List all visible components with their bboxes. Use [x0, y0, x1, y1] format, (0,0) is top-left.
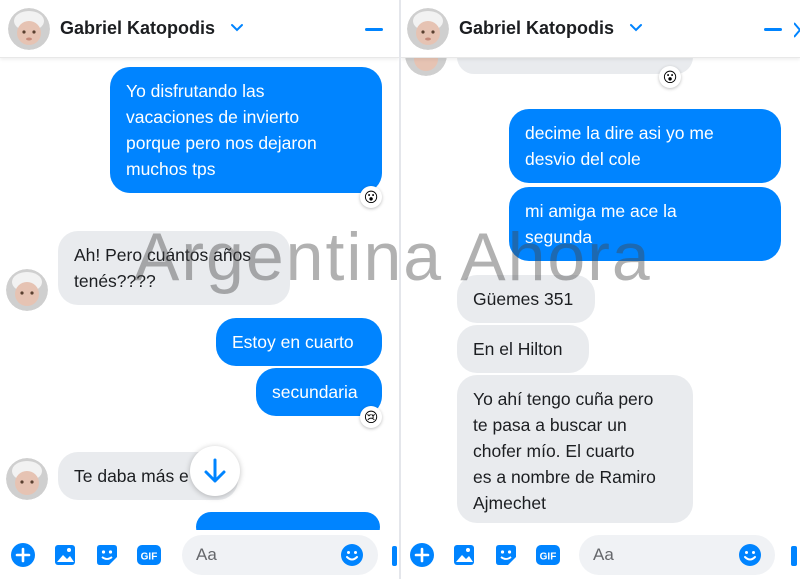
like-icon-partial[interactable]: [392, 546, 397, 566]
right-chat-panel: Gabriel Katopodis 😮 decime la dire asi y…: [401, 0, 800, 579]
contact-avatar[interactable]: [8, 8, 50, 50]
chevron-down-icon[interactable]: [629, 20, 643, 34]
gif-icon[interactable]: GIF: [136, 542, 162, 568]
message-line: Ah! Pero cuántos años: [74, 245, 252, 265]
chat-header: Gabriel Katopodis: [0, 0, 399, 58]
svg-text:GIF: GIF: [141, 552, 158, 563]
message-line: vacaciones de invierto: [126, 107, 300, 127]
message-line: Ajmechet: [473, 493, 546, 513]
add-icon[interactable]: [409, 542, 435, 568]
like-icon-partial[interactable]: [791, 546, 797, 566]
contact-avatar[interactable]: [407, 8, 449, 50]
message-line: tenés????: [74, 271, 156, 291]
incoming-message: En el Hilton: [457, 325, 589, 373]
message-composer: GIF: [0, 530, 399, 579]
contact-name[interactable]: Gabriel Katopodis: [459, 18, 614, 39]
left-chat-panel: Gabriel Katopodis Yo disfrutando las vac…: [0, 0, 399, 579]
outgoing-message: mi amiga me ace la segunda: [509, 187, 781, 261]
message-line: Estoy en cuarto: [232, 332, 354, 352]
incoming-message: Güemes 351: [457, 275, 595, 323]
add-icon[interactable]: [10, 542, 36, 568]
emoji-icon[interactable]: [340, 543, 364, 567]
photo-icon[interactable]: [451, 542, 477, 568]
chevron-down-icon[interactable]: [230, 20, 244, 34]
outgoing-message: Yo disfrutando las vacaciones de inviert…: [110, 67, 382, 193]
message-composer: GIF: [401, 530, 800, 579]
sticker-icon[interactable]: [493, 542, 519, 568]
close-icon[interactable]: [793, 20, 800, 40]
outgoing-message: Estoy en cuarto: [216, 318, 382, 366]
message-line: muchos tps: [126, 159, 216, 179]
message-line: Güemes 351: [473, 289, 574, 309]
wow-reaction-icon[interactable]: 😮: [659, 66, 681, 88]
wow-reaction-icon[interactable]: 😮: [360, 186, 382, 208]
gif-icon[interactable]: GIF: [535, 542, 561, 568]
message-line: secundaria: [272, 382, 358, 402]
contact-avatar-small: [6, 269, 48, 311]
minimize-icon[interactable]: [365, 28, 383, 31]
svg-text:GIF: GIF: [540, 552, 557, 563]
message-line: desvio del cole: [525, 149, 641, 169]
message-line: En el Hilton: [473, 339, 563, 359]
incoming-message: Ah! Pero cuántos años tenés????: [58, 231, 290, 305]
contact-name[interactable]: Gabriel Katopodis: [60, 18, 215, 39]
message-line: porque pero nos dejaron: [126, 133, 317, 153]
arrow-down-icon: [204, 458, 226, 483]
contact-avatar-small: [6, 458, 48, 500]
emoji-icon[interactable]: [738, 543, 762, 567]
message-line: es a nombre de Ramiro: [473, 467, 656, 487]
message-line: Yo disfrutando las: [126, 81, 265, 101]
message-line: segunda: [525, 227, 593, 247]
sticker-icon[interactable]: [94, 542, 120, 568]
message-line: decime la dire asi yo me: [525, 123, 714, 143]
chat-header: Gabriel Katopodis: [401, 0, 800, 58]
photo-icon[interactable]: [52, 542, 78, 568]
incoming-message: Yo ahí tengo cuña pero te pasa a buscar …: [457, 375, 693, 523]
message-line: chofer mío. El cuarto: [473, 441, 635, 461]
sad-reaction-icon[interactable]: 😢: [360, 406, 382, 428]
message-line: te pasa a buscar un: [473, 415, 627, 435]
minimize-icon[interactable]: [764, 28, 782, 31]
message-line: mi amiga me ace la: [525, 201, 677, 221]
outgoing-message: decime la dire asi yo me desvio del cole: [509, 109, 781, 183]
message-line: Yo ahí tengo cuña pero: [473, 389, 654, 409]
scroll-to-bottom-button[interactable]: [190, 446, 240, 496]
